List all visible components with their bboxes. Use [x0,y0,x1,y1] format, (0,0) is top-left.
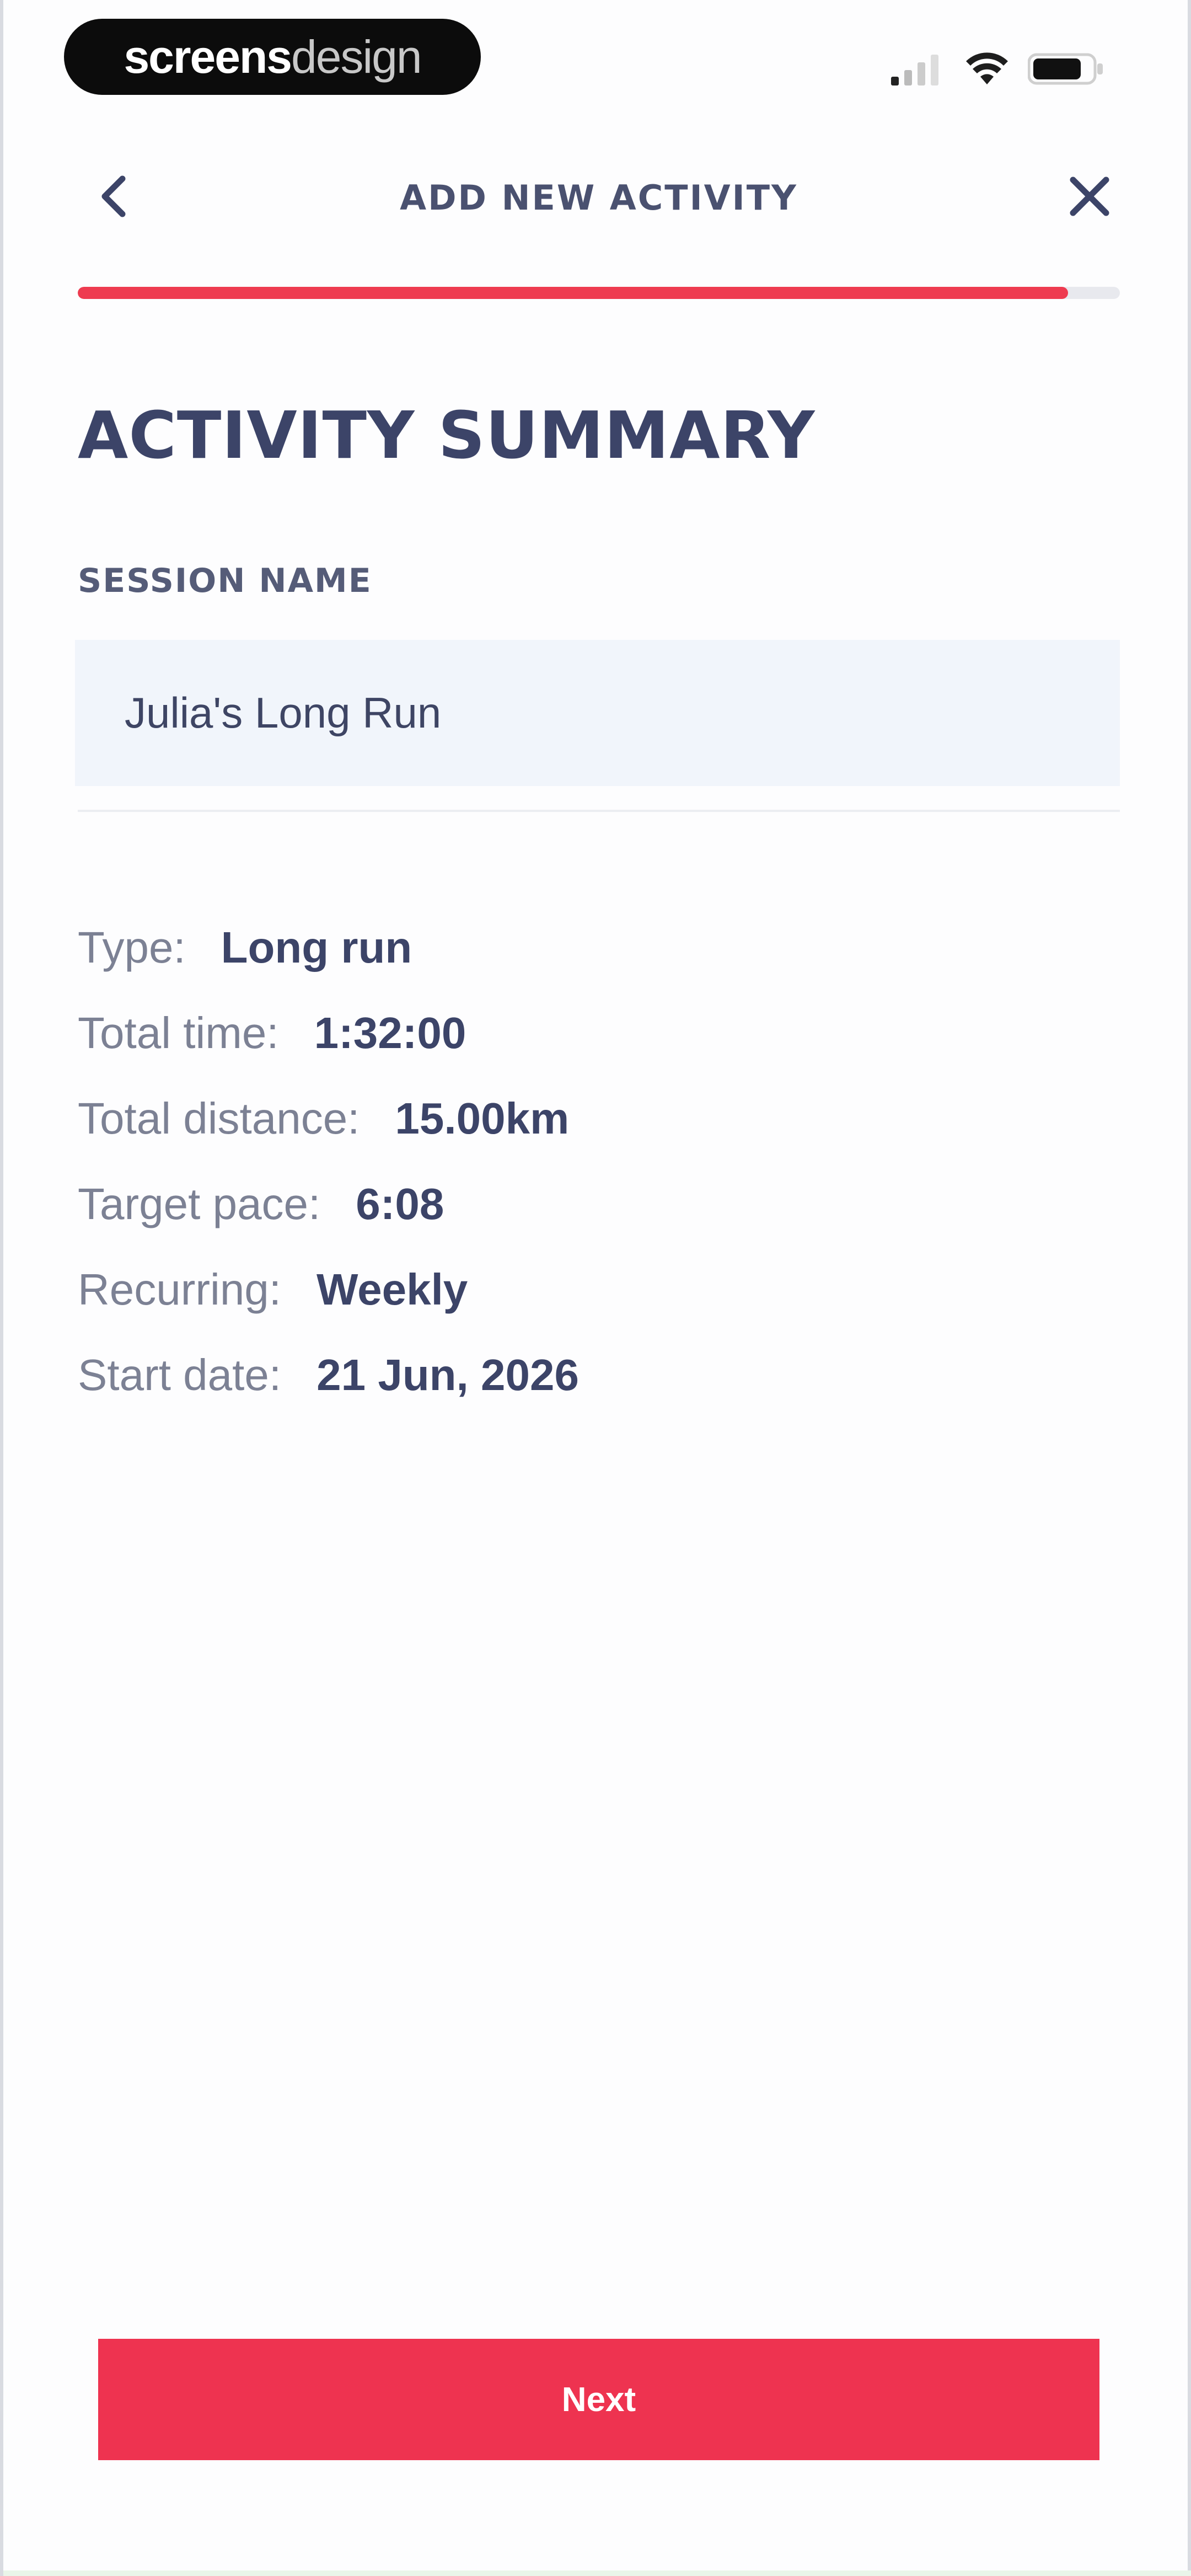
summary-label: Total time: [78,1008,279,1057]
summary-value: 15.00km [395,1093,570,1143]
session-name-label: SESSION NAME [78,562,372,600]
progress-bar [78,287,1120,299]
summary-label: Recurring: [78,1264,282,1314]
app-screen: screens design ADD NEW ACTIVITY ACTIVITY… [0,0,1191,2576]
summary-row-recurring: Recurring: Weekly [78,1247,1120,1332]
summary-label: Start date: [78,1350,282,1399]
summary-value: Long run [221,922,412,972]
watermark-light-text: design [291,30,422,83]
next-button[interactable]: Next [98,2339,1099,2460]
header-title: ADD NEW ACTIVITY [400,178,798,218]
close-button[interactable] [1062,170,1117,225]
summary-row-type: Type: Long run [78,905,1120,990]
summary-value: 1:32:00 [314,1008,466,1057]
progress-bar-fill [78,287,1068,299]
summary-row-target-pace: Target pace: 6:08 [78,1161,1120,1247]
summary-row-total-distance: Total distance: 15.00km [78,1076,1120,1161]
app-header: ADD NEW ACTIVITY [3,149,1191,248]
bottom-edge [3,2570,1191,2576]
watermark-bold-text: screens [124,30,292,83]
summary-value: 6:08 [356,1179,444,1228]
close-icon [1069,175,1110,220]
summary-label: Target pace: [78,1179,321,1228]
section-title: ACTIVITY SUMMARY [78,397,816,473]
summary-label: Total distance: [78,1093,360,1143]
summary-label: Type: [78,922,186,972]
battery-icon [1027,51,1105,89]
session-name-input[interactable] [75,640,1120,786]
signal-icon [891,52,946,88]
summary-value: 21 Jun, 2026 [316,1350,579,1399]
divider [78,810,1120,812]
summary-value: Weekly [316,1264,468,1314]
summary-row-total-time: Total time: 1:32:00 [78,990,1120,1076]
summary-row-start-date: Start date: 21 Jun, 2026 [78,1332,1120,1418]
wifi-icon [965,52,1009,88]
activity-summary-list: Type: Long run Total time: 1:32:00 Total… [78,905,1120,1418]
screensdesign-watermark: screens design [64,19,481,95]
status-bar-icons [891,51,1105,89]
